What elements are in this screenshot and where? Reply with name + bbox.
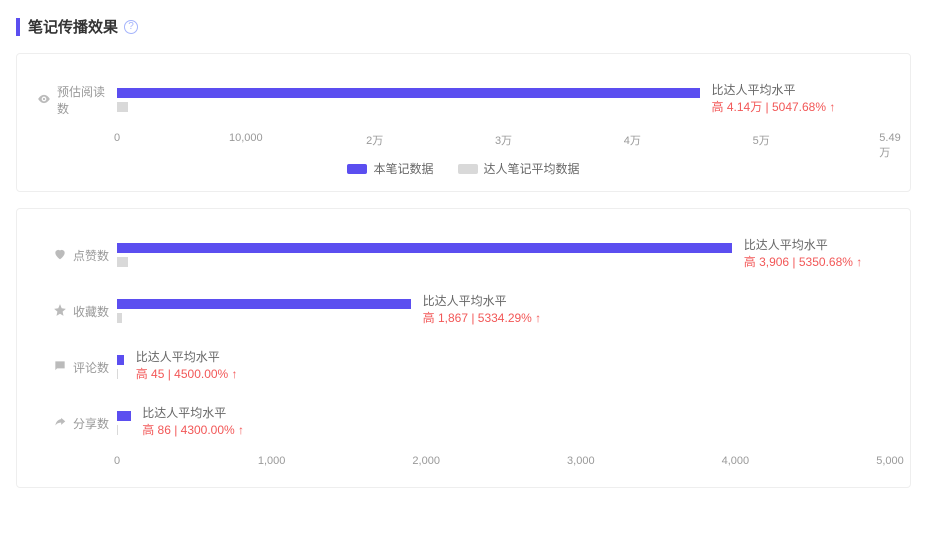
axis-tick: 3万 <box>495 132 512 148</box>
bar-primary <box>117 243 732 253</box>
share-icon <box>53 415 67 432</box>
row-label-text: 评论数 <box>73 359 109 376</box>
star-icon <box>53 303 67 320</box>
bar-avg <box>117 257 128 267</box>
row-label-text: 预估阅读数 <box>57 83 109 117</box>
section-accent-bar <box>16 18 20 36</box>
axis-tick: 3,000 <box>567 455 595 467</box>
bar-avg <box>117 102 128 112</box>
legend-label-avg: 达人笔记平均数据 <box>484 160 580 177</box>
axis-tick: 10,000 <box>229 132 263 144</box>
chart1-axis: 010,0002万3万4万5万5.49万 <box>37 132 890 150</box>
chart-row: 点赞数 比达人平均水平高 3,906 | 5350.68% ↑ <box>37 227 890 283</box>
annotation-title: 比达人平均水平 <box>142 405 244 422</box>
section-title: 笔记传播效果 <box>28 16 118 37</box>
row-label: 点赞数 <box>37 247 117 264</box>
bar-primary <box>117 299 411 309</box>
bar-annotation: 比达人平均水平高 86 | 4300.00% ↑ <box>142 405 244 439</box>
chart-row: 分享数 比达人平均水平高 86 | 4300.00% ↑ <box>37 395 890 451</box>
bar-primary <box>117 355 124 365</box>
row-label: 分享数 <box>37 415 117 432</box>
card-engagement: 点赞数比达人平均水平高 3,906 | 5350.68% ↑收藏数比达人平均水平… <box>16 208 911 488</box>
bar-cell: 比达人平均水平高 86 | 4300.00% ↑ <box>117 403 890 443</box>
chart2-axis: 01,0002,0003,0004,0005,000 <box>37 455 890 473</box>
annotation-title: 比达人平均水平 <box>744 237 863 254</box>
bar-cell: 比达人平均水平高 1,867 | 5334.29% ↑ <box>117 291 890 331</box>
annotation-title: 比达人平均水平 <box>423 293 542 310</box>
legend-primary: 本笔记数据 <box>347 160 433 177</box>
axis-tick: 0 <box>114 132 120 144</box>
legend-avg: 达人笔记平均数据 <box>458 160 580 177</box>
annotation-value: 高 86 | 4300.00% ↑ <box>142 422 244 439</box>
annotation-value: 高 45 | 4500.00% ↑ <box>136 366 238 383</box>
row-label: 评论数 <box>37 359 117 376</box>
axis-tick: 1,000 <box>258 455 286 467</box>
bar-primary <box>117 411 131 421</box>
axis-tick: 2,000 <box>412 455 440 467</box>
annotation-value: 高 3,906 | 5350.68% ↑ <box>744 254 863 271</box>
card-reads: 预估阅读数 比达人平均水平高 4.14万 | 5047.68% ↑ 0 10,000… <box>16 53 911 192</box>
bar-annotation: 比达人平均水平高 3,906 | 5350.68% ↑ <box>744 237 863 271</box>
bar-primary <box>117 88 700 98</box>
chart-legend: 本笔记数据 达人笔记平均数据 <box>37 160 890 177</box>
bar-annotation: 比达人平均水平高 45 | 4500.00% ↑ <box>136 349 238 383</box>
bar-cell: 比达人平均水平高 3,906 | 5350.68% ↑ <box>117 235 890 275</box>
legend-swatch-primary <box>347 164 367 174</box>
axis-tick: 4万 <box>624 132 641 148</box>
chart-row: 评论数 比达人平均水平高 45 | 4500.00% ↑ <box>37 339 890 395</box>
row-label-text: 点赞数 <box>73 247 109 264</box>
row-label-text: 分享数 <box>73 415 109 432</box>
annotation-title: 比达人平均水平 <box>712 82 836 99</box>
row-label-text: 收藏数 <box>73 303 109 320</box>
bar-cell: 比达人平均水平高 4.14万 | 5047.68% ↑ <box>117 80 890 120</box>
annotation-title: 比达人平均水平 <box>136 349 238 366</box>
annotation-value: 高 4.14万 | 5047.68% ↑ <box>712 99 836 116</box>
eye-icon <box>37 92 51 109</box>
row-label: 收藏数 <box>37 303 117 320</box>
row-label: 预估阅读数 <box>37 83 117 117</box>
chart-row: 收藏数 比达人平均水平高 1,867 | 5334.29% ↑ <box>37 283 890 339</box>
axis-tick: 5,000 <box>876 455 904 467</box>
axis-tick: 5万 <box>753 132 770 148</box>
axis-tick: 5.49万 <box>879 132 900 160</box>
heart-icon <box>53 247 67 264</box>
axis-tick: 0 <box>114 455 120 467</box>
section-header: 笔记传播效果 ? <box>16 16 911 37</box>
chart-row: 预估阅读数 比达人平均水平高 4.14万 | 5047.68% ↑ <box>37 72 890 128</box>
bar-annotation: 比达人平均水平高 1,867 | 5334.29% ↑ <box>423 293 542 327</box>
legend-swatch-avg <box>458 164 478 174</box>
comment-icon <box>53 359 67 376</box>
help-icon[interactable]: ? <box>124 20 138 34</box>
bar-cell: 比达人平均水平高 45 | 4500.00% ↑ <box>117 347 890 387</box>
bar-annotation: 比达人平均水平高 4.14万 | 5047.68% ↑ <box>712 82 836 116</box>
legend-label-primary: 本笔记数据 <box>373 160 433 177</box>
bar-avg <box>117 313 122 323</box>
annotation-value: 高 1,867 | 5334.29% ↑ <box>423 310 542 327</box>
axis-tick: 2万 <box>366 132 383 148</box>
axis-tick: 4,000 <box>722 455 750 467</box>
